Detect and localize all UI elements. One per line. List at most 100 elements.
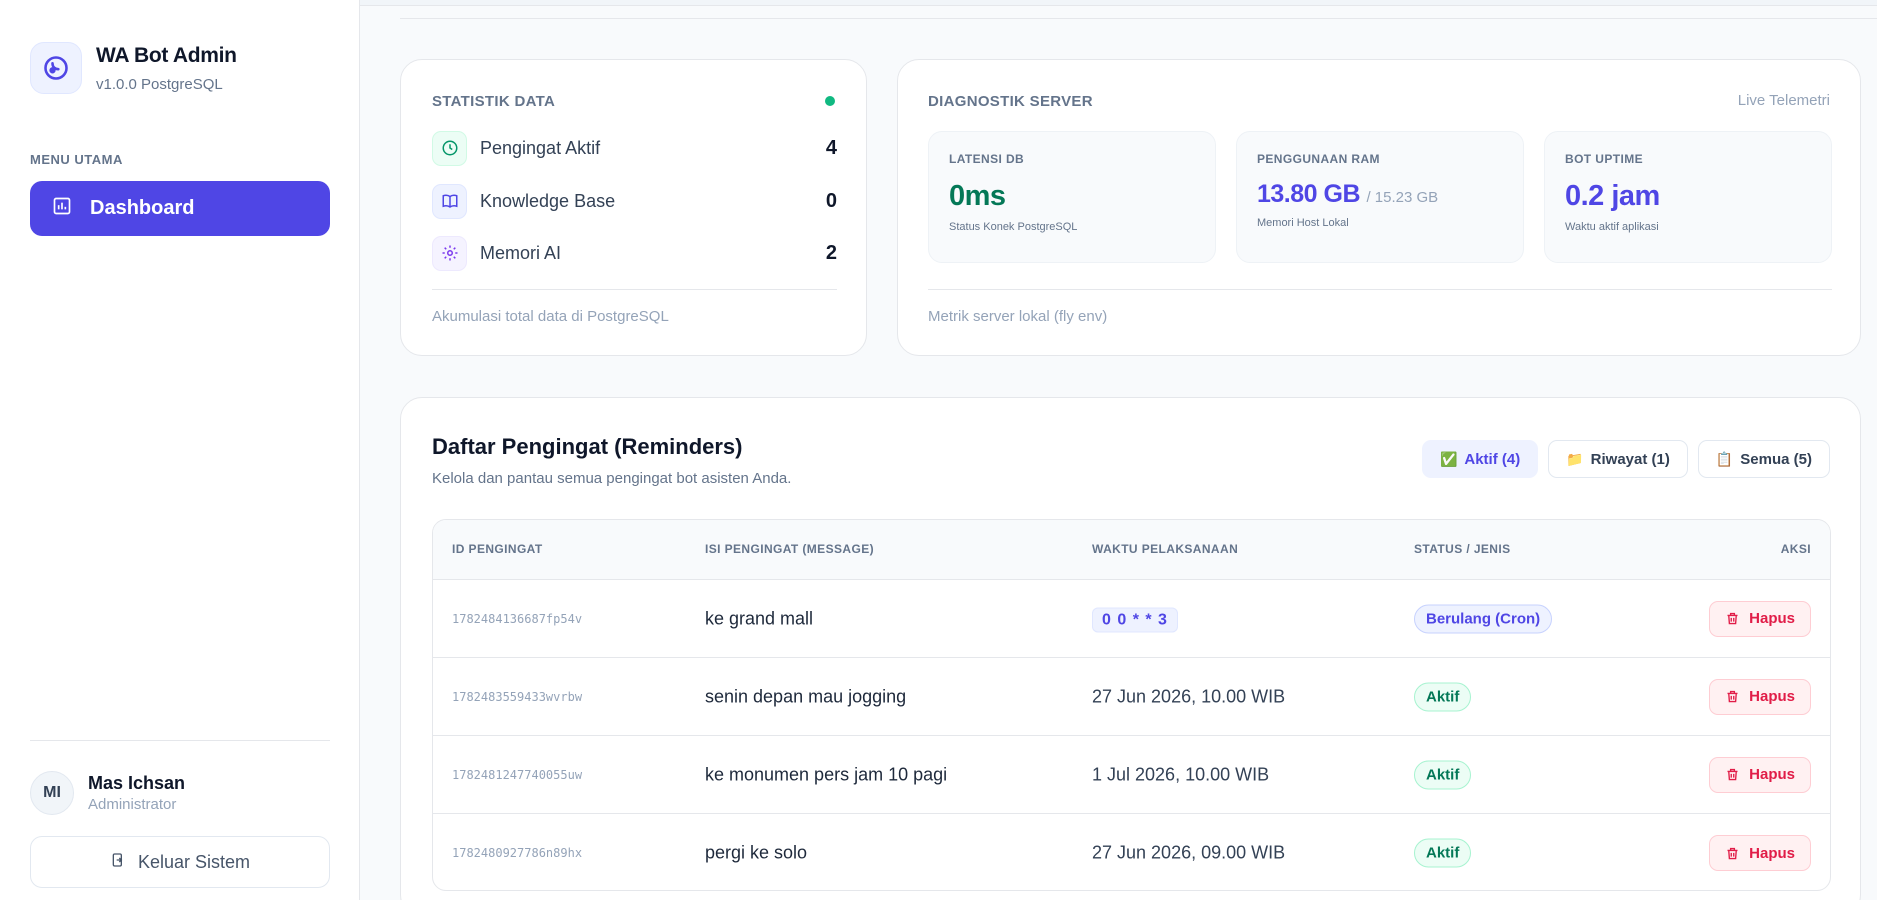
top-edge — [360, 0, 1877, 6]
metric-number: 0.2 jam — [1565, 180, 1660, 212]
column-header-action: AKSI — [1780, 542, 1811, 556]
reminder-time: 0 0 * * 3 — [1092, 607, 1178, 632]
trash-icon — [1727, 847, 1738, 859]
stat-value: 4 — [825, 136, 837, 159]
delete-label: Hapus — [1749, 610, 1795, 627]
stat-label: Knowledge Base — [480, 190, 616, 211]
delete-label: Hapus — [1749, 688, 1795, 705]
filter-active-button[interactable]: ✅ Aktif (4) — [1421, 440, 1539, 478]
delete-label: Hapus — [1749, 766, 1795, 783]
stats-divider — [432, 289, 837, 290]
reminder-message: ke monumen pers jam 10 pagi — [705, 764, 948, 784]
stats-card-title: STATISTIK DATA — [432, 93, 556, 110]
metric-value: 0ms — [949, 180, 1195, 213]
reminder-message: ke grand mall — [705, 608, 814, 628]
stat-label: Memori AI — [480, 242, 562, 263]
status-dot — [825, 96, 835, 106]
header-divider — [400, 18, 1877, 19]
table-header: ID PENGINGAT ISI PENGINGAT (MESSAGE) WAK… — [433, 520, 1830, 580]
filter-group: ✅ Aktif (4) 📁 Riwayat (1) 📋 Semua (5) — [1421, 440, 1830, 478]
reminder-time: 27 Jun 2026, 10.00 WIB — [1092, 686, 1286, 706]
filter-label: Riwayat (1) — [1590, 450, 1670, 468]
metric-subtitle: Status Konek PostgreSQL — [949, 221, 1078, 233]
reminder-message: pergi ke solo — [705, 842, 808, 863]
metric-ram-usage: PENGGUNAAN RAM 13.80 GB / 15.23 GB Memor… — [1236, 131, 1524, 263]
filter-all-button[interactable]: 📋 Semua (5) — [1697, 440, 1830, 478]
filter-label: Semua (5) — [1740, 450, 1812, 468]
stat-value: 2 — [825, 241, 837, 264]
metric-value: 0.2 jam — [1565, 180, 1811, 213]
diagnostics-footer: Metrik server lokal (fly env) — [928, 308, 1108, 325]
reminder-id: 1782481247740055uw — [452, 767, 583, 782]
metric-title: LATENSI DB — [949, 152, 1025, 166]
brand-version: v1.0.0 PostgreSQL — [96, 75, 223, 93]
stats-card: STATISTIK DATA Pengingat Aktif 4 Knowled… — [400, 59, 867, 356]
metric-subtitle: Memori Host Lokal — [1257, 217, 1349, 229]
check-icon: ✅ — [1439, 450, 1458, 467]
status-badge: Berulang (Cron) — [1414, 604, 1553, 633]
reminder-action: Hapus — [1709, 756, 1811, 793]
delete-button[interactable]: Hapus — [1709, 835, 1811, 871]
logout-label: Keluar Sistem — [137, 851, 251, 872]
status-badge: Aktif — [1414, 838, 1472, 868]
stat-row-memory: Memori AI 2 — [432, 235, 837, 271]
stats-footer: Akumulasi total data di PostgreSQL — [432, 308, 669, 325]
reminder-id: 1782480927786n89hx — [452, 846, 583, 860]
metric-subtitle: Waktu aktif aplikasi — [1565, 221, 1659, 233]
brand-title: WA Bot Admin — [96, 43, 237, 67]
table-row: 1782483559433wvrbw senin depan mau joggi… — [433, 658, 1830, 736]
sidebar: WA Bot Admin v1.0.0 PostgreSQL MENU UTAM… — [0, 0, 360, 900]
metric-bot-uptime: BOT UPTIME 0.2 jam Waktu aktif aplikasi — [1544, 131, 1832, 263]
reminder-status: Berulang (Cron) — [1414, 604, 1553, 633]
table-row: 1782484136687fp54v ke grand mall 0 0 * *… — [433, 580, 1830, 658]
delete-button[interactable]: Hapus — [1709, 678, 1811, 715]
delete-button[interactable]: Hapus — [1709, 756, 1811, 793]
reminder-action: Hapus — [1709, 835, 1811, 871]
bar-chart-icon — [52, 196, 72, 221]
column-header-time: WAKTU PELAKSANAAN — [1092, 542, 1239, 556]
column-header-message: ISI PENGINGAT (MESSAGE) — [705, 542, 874, 556]
reminder-status: Aktif — [1414, 682, 1472, 711]
reminder-action: Hapus — [1709, 600, 1811, 637]
book-icon — [432, 183, 467, 219]
user-role: Administrator — [88, 796, 177, 813]
clock-icon — [432, 130, 467, 166]
user-name: Mas Ichsan — [88, 773, 186, 793]
reminder-time: 1 Jul 2026, 10.00 WIB — [1092, 764, 1270, 784]
trash-icon — [1727, 768, 1738, 781]
diagnostics-card-title: DIAGNOSTIK SERVER — [928, 93, 1093, 110]
logout-icon — [110, 852, 126, 873]
delete-button[interactable]: Hapus — [1709, 600, 1811, 637]
logout-button[interactable]: Keluar Sistem — [30, 836, 330, 888]
table-row: 1782480927786n89hx pergi ke solo 27 Jun … — [433, 814, 1830, 890]
nav-item-label: Dashboard — [90, 197, 195, 219]
clipboard-icon: 📋 — [1715, 450, 1734, 467]
reminder-message: senin depan mau jogging — [705, 686, 907, 706]
metric-title: PENGGUNAAN RAM — [1257, 152, 1380, 166]
cron-expression: 0 0 * * 3 — [1092, 607, 1178, 632]
stat-row-reminders: Pengingat Aktif 4 — [432, 130, 837, 166]
metric-number: 13.80 GB — [1257, 180, 1361, 208]
menu-section-label: MENU UTAMA — [30, 152, 123, 167]
bot-logo-icon — [30, 42, 82, 94]
avatar: MI — [30, 771, 74, 815]
reminder-status: Aktif — [1414, 760, 1472, 789]
trash-icon — [1727, 612, 1738, 625]
stat-label: Pengingat Aktif — [480, 137, 601, 158]
stat-row-knowledge: Knowledge Base 0 — [432, 183, 837, 219]
reminder-id: 1782484136687fp54v — [452, 611, 583, 626]
diagnostics-card: DIAGNOSTIK SERVER Live Telemetri LATENSI… — [897, 59, 1861, 356]
metric-value: 13.80 GB / 15.23 GB — [1257, 180, 1503, 209]
metric-total: / 15.23 GB — [1366, 189, 1439, 206]
nav-item-dashboard[interactable]: Dashboard — [30, 181, 330, 236]
diagnostics-divider — [928, 289, 1832, 290]
filter-label: Aktif (4) — [1464, 450, 1521, 468]
delete-label: Hapus — [1749, 844, 1795, 862]
filter-history-button[interactable]: 📁 Riwayat (1) — [1548, 440, 1688, 478]
reminder-time: 27 Jun 2026, 09.00 WIB — [1092, 842, 1286, 863]
column-header-id: ID PENGINGAT — [452, 542, 543, 556]
gear-icon — [432, 235, 467, 271]
trash-icon — [1727, 690, 1738, 703]
reminder-id: 1782483559433wvrbw — [452, 689, 583, 704]
metric-db-latency: LATENSI DB 0ms Status Konek PostgreSQL — [928, 131, 1216, 263]
